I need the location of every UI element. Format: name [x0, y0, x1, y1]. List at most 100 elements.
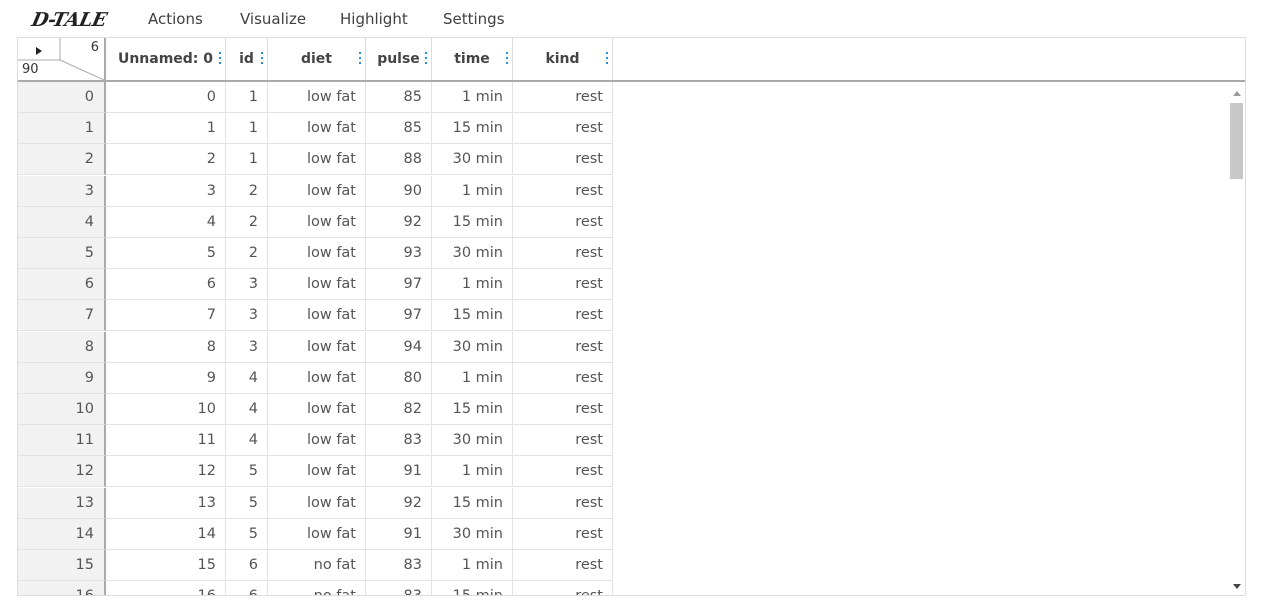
table-cell[interactable]: 14 [106, 518, 226, 550]
table-row[interactable]: 2 2 1 low fat 88 30 min rest [18, 144, 613, 176]
column-header[interactable]: id [226, 38, 268, 80]
table-row[interactable]: 14 14 5 low fat 91 30 min rest [18, 518, 613, 550]
table-cell[interactable]: 6 [106, 269, 226, 301]
table-cell[interactable]: 4 [226, 425, 268, 457]
column-header[interactable]: diet [268, 38, 366, 80]
column-header[interactable]: kind [513, 38, 613, 80]
grid-corner[interactable]: 6 90 [18, 38, 106, 80]
table-cell[interactable]: 1 [226, 144, 268, 176]
table-cell[interactable]: 92 [366, 487, 432, 519]
table-cell[interactable]: 13 [106, 487, 226, 519]
table-cell[interactable]: 4 [226, 362, 268, 394]
menu-highlight[interactable]: Highlight [340, 10, 408, 28]
table-cell[interactable]: low fat [268, 300, 366, 332]
vertical-scrollbar[interactable] [1228, 83, 1245, 595]
table-cell[interactable]: rest [513, 518, 613, 550]
table-cell[interactable]: 8 [106, 331, 226, 363]
table-cell[interactable]: no fat [268, 550, 366, 581]
table-cell[interactable]: rest [513, 175, 613, 207]
table-cell[interactable]: rest [513, 550, 613, 581]
table-cell[interactable]: low fat [268, 331, 366, 363]
table-cell[interactable]: 0 [106, 82, 226, 113]
table-cell[interactable]: 85 [366, 82, 432, 113]
table-row[interactable]: 4 4 2 low fat 92 15 min rest [18, 206, 613, 238]
table-cell[interactable]: low fat [268, 269, 366, 301]
table-cell[interactable]: low fat [268, 518, 366, 550]
table-cell[interactable]: 1 min [432, 82, 513, 113]
table-cell[interactable]: 1 min [432, 456, 513, 488]
table-cell[interactable]: low fat [268, 362, 366, 394]
scroll-down-icon[interactable] [1233, 584, 1241, 589]
table-cell[interactable]: low fat [268, 425, 366, 457]
table-cell[interactable]: 1 min [432, 550, 513, 581]
table-cell[interactable]: rest [513, 487, 613, 519]
table-cell[interactable]: 88 [366, 144, 432, 176]
column-menu-icon[interactable] [606, 52, 609, 66]
table-cell[interactable]: low fat [268, 144, 366, 176]
table-cell[interactable]: 30 min [432, 144, 513, 176]
table-row[interactable]: 3 3 2 low fat 90 1 min rest [18, 175, 613, 207]
column-header[interactable]: pulse [366, 38, 432, 80]
table-cell[interactable]: 15 min [432, 113, 513, 145]
table-cell[interactable]: 6 [226, 550, 268, 581]
column-menu-icon[interactable] [506, 52, 509, 66]
table-cell[interactable]: 92 [366, 206, 432, 238]
table-row[interactable]: 16166no fat8315 minrest [18, 581, 613, 595]
table-cell[interactable]: 10 [106, 394, 226, 425]
table-cell[interactable]: 2 [226, 175, 268, 207]
table-cell[interactable]: 30 min [432, 518, 513, 550]
table-row[interactable]: 7 7 3 low fat 97 15 min rest [18, 300, 613, 332]
table-cell[interactable]: 30 min [432, 331, 513, 363]
table-row[interactable]: 6 6 3 low fat 97 1 min rest [18, 269, 613, 301]
table-cell[interactable]: 97 [366, 269, 432, 301]
column-menu-icon[interactable] [219, 52, 222, 66]
table-cell[interactable]: 97 [366, 300, 432, 332]
table-cell[interactable]: low fat [268, 394, 366, 425]
table-cell[interactable]: 15 min [432, 300, 513, 332]
table-cell[interactable]: 3 [226, 331, 268, 363]
table-row[interactable]: 9 9 4 low fat 80 1 min rest [18, 362, 613, 394]
table-row[interactable]: 8 8 3 low fat 94 30 min rest [18, 331, 613, 363]
table-cell[interactable]: 2 [106, 144, 226, 176]
column-header[interactable]: Unnamed: 0 [106, 38, 226, 80]
table-cell[interactable]: 91 [366, 456, 432, 488]
table-cell[interactable]: 1 [226, 113, 268, 145]
table-row[interactable]: 15 15 6 no fat 83 1 min rest [18, 550, 613, 581]
table-cell[interactable]: rest [513, 144, 613, 176]
table-cell[interactable]: 3 [226, 269, 268, 301]
table-cell[interactable]: rest [513, 206, 613, 238]
table-cell[interactable]: 3 [226, 300, 268, 332]
table-cell[interactable]: 94 [366, 331, 432, 363]
table-row[interactable]: 12 12 5 low fat 91 1 min rest [18, 456, 613, 488]
table-cell[interactable]: 83 [366, 550, 432, 581]
table-cell[interactable]: 85 [366, 113, 432, 145]
table-cell[interactable]: 15 min [432, 487, 513, 519]
table-cell[interactable]: 83 [366, 425, 432, 457]
table-cell[interactable]: rest [513, 82, 613, 113]
table-cell[interactable]: rest [513, 113, 613, 145]
column-menu-icon[interactable] [359, 52, 362, 66]
table-cell[interactable]: 2 [226, 238, 268, 269]
table-cell[interactable]: 82 [366, 394, 432, 425]
table-row[interactable]: 13 13 5 low fat 92 15 min rest [18, 487, 613, 519]
table-cell[interactable]: rest [513, 581, 613, 595]
table-cell[interactable]: low fat [268, 456, 366, 488]
table-cell[interactable]: 5 [226, 456, 268, 488]
table-cell[interactable]: rest [513, 394, 613, 425]
table-cell[interactable]: 16 [106, 581, 226, 595]
table-cell[interactable]: 91 [366, 518, 432, 550]
table-cell[interactable]: rest [513, 362, 613, 394]
scroll-up-icon[interactable] [1233, 91, 1241, 96]
column-menu-icon[interactable] [425, 52, 428, 66]
table-cell[interactable]: 83 [366, 581, 432, 595]
table-cell[interactable]: rest [513, 331, 613, 363]
table-cell[interactable]: 5 [106, 238, 226, 269]
table-cell[interactable]: 30 min [432, 425, 513, 457]
table-cell[interactable]: 4 [106, 206, 226, 238]
table-cell[interactable]: 5 [226, 487, 268, 519]
table-row[interactable]: 11 11 4 low fat 83 30 min rest [18, 425, 613, 457]
menu-actions[interactable]: Actions [148, 10, 203, 28]
table-cell[interactable]: 90 [366, 175, 432, 207]
scrollbar-thumb[interactable] [1230, 103, 1243, 179]
table-row[interactable]: 10 10 4 low fat 82 15 min rest [18, 394, 613, 425]
